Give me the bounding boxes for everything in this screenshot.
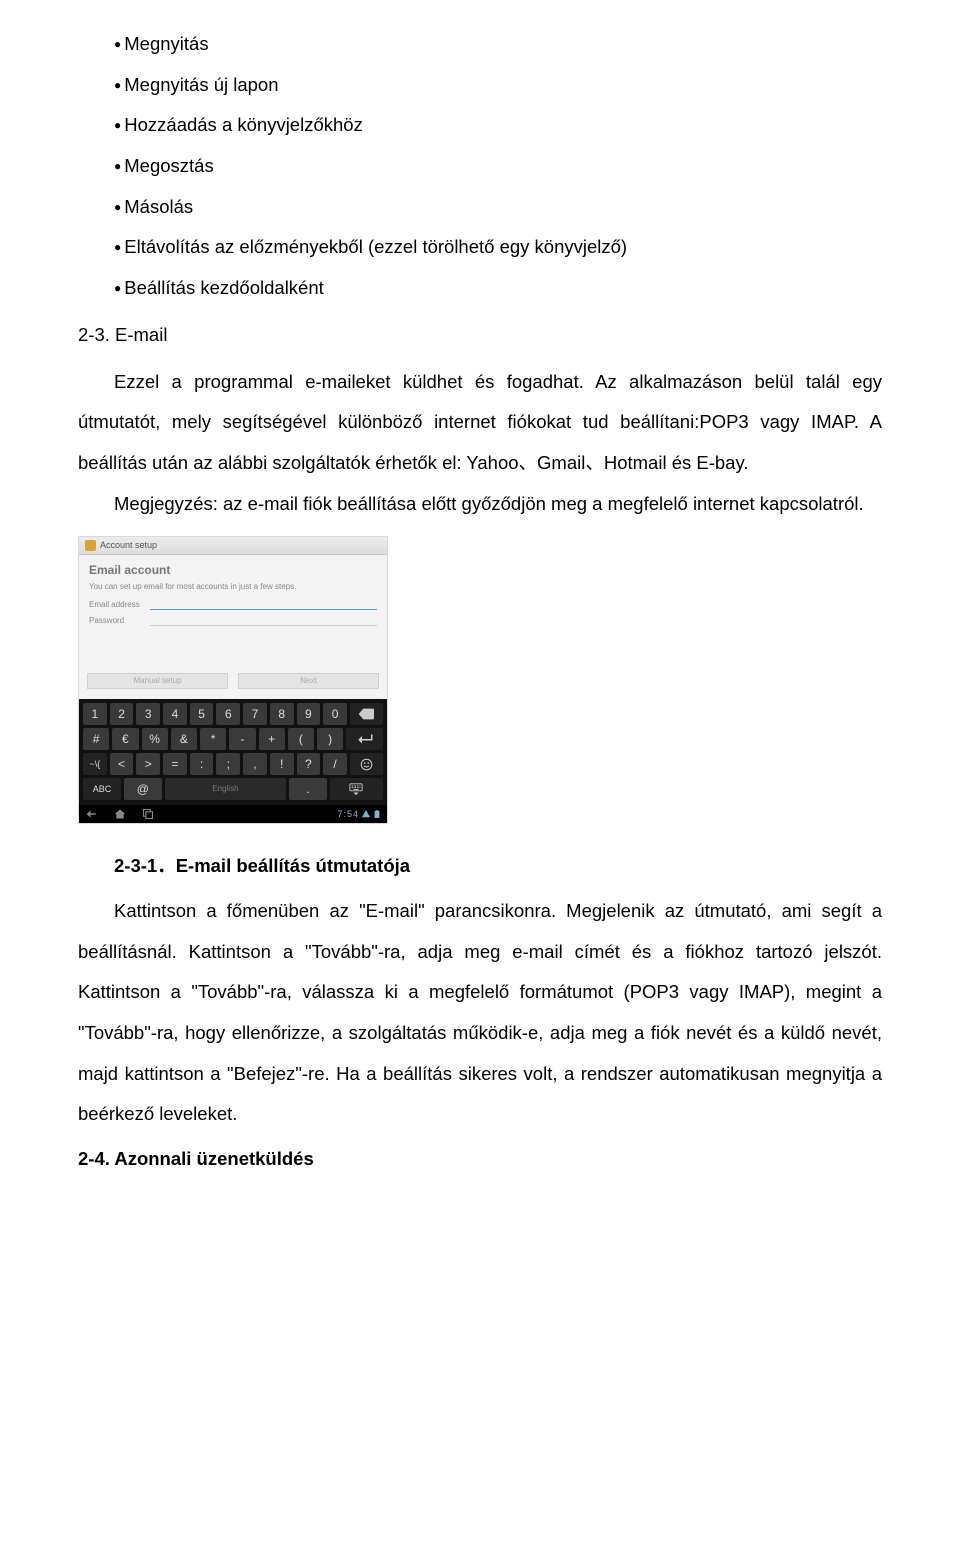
hide-keyboard-key — [330, 778, 383, 800]
key: & — [171, 728, 197, 750]
key: # — [83, 728, 109, 750]
key: < — [110, 753, 134, 775]
scr-password-input — [150, 615, 377, 626]
scr-button-row: Manual setup Next — [79, 637, 387, 699]
bullet-text: Eltávolítás az előzményekből (ezzel törö… — [124, 236, 627, 257]
section-2-3-paragraph-1: Ezzel a programmal e-maileket küldhet és… — [78, 362, 882, 484]
home-icon — [113, 808, 127, 820]
key: + — [259, 728, 285, 750]
kbd-row-3: ~\{ < > = : ; , ! ? / — [83, 753, 383, 775]
key: ? — [297, 753, 321, 775]
section-2-3-paragraph-2: Megjegyzés: az e-mail fiók beállítása el… — [78, 484, 882, 525]
section-2-3-heading: 2-3. E-mail — [78, 315, 882, 356]
scr-email-label: Email address — [89, 600, 144, 610]
kbd-row-1: 1 2 3 4 5 6 7 8 9 0 — [83, 703, 383, 725]
status-time: 7:54 — [337, 809, 381, 820]
scr-next-button: Next — [238, 673, 379, 689]
key: 1 — [83, 703, 107, 725]
key: 5 — [190, 703, 214, 725]
key: : — [190, 753, 214, 775]
space-key: English — [165, 778, 286, 800]
scr-title: Email account — [89, 563, 377, 577]
key: , — [243, 753, 267, 775]
scr-window-title: Account setup — [100, 540, 157, 551]
recents-icon — [141, 808, 155, 820]
key: ) — [317, 728, 343, 750]
list-item: Eltávolítás az előzményekből (ezzel törö… — [114, 227, 882, 268]
key: % — [142, 728, 168, 750]
scr-password-label: Password — [89, 616, 144, 626]
bookmark-context-menu-list: Megnyitás Megnyitás új lapon Hozzáadás a… — [114, 24, 882, 309]
email-account-setup-screenshot: Account setup Email account You can set … — [78, 536, 388, 824]
key: ; — [216, 753, 240, 775]
scr-keyboard: 1 2 3 4 5 6 7 8 9 0 # € % & * - + ( ) — [79, 699, 387, 805]
kbd-row-4: ABC @ English . — [83, 778, 383, 800]
section-2-3-1-heading: 2-3-1．E-mail beállítás útmutatója — [114, 846, 882, 887]
scr-body: Email account You can set up email for m… — [79, 555, 387, 637]
key: 2 — [110, 703, 134, 725]
battery-icon — [373, 810, 381, 818]
time-text: 7:54 — [337, 809, 359, 820]
bullet-text: Beállítás kezdőoldalként — [124, 277, 324, 298]
enter-key — [346, 728, 383, 750]
key: - — [229, 728, 255, 750]
key: = — [163, 753, 187, 775]
key: > — [136, 753, 160, 775]
key: € — [112, 728, 138, 750]
smile-key — [350, 753, 383, 775]
key: ~\{ — [83, 753, 107, 775]
scr-email-input — [150, 599, 377, 610]
key: 6 — [216, 703, 240, 725]
scr-password-field-row: Password — [89, 615, 377, 626]
bullet-text: Megnyitás — [124, 33, 208, 54]
key: / — [323, 753, 347, 775]
key: 0 — [323, 703, 347, 725]
key: ! — [270, 753, 294, 775]
bullet-text: Megosztás — [124, 155, 213, 176]
list-item: Megnyitás — [114, 24, 882, 65]
backspace-key — [350, 703, 383, 725]
scr-email-field-row: Email address — [89, 599, 377, 610]
key: 7 — [243, 703, 267, 725]
key: * — [200, 728, 226, 750]
scr-manual-setup-button: Manual setup — [87, 673, 228, 689]
list-item: Hozzáadás a könyvjelzőkhöz — [114, 105, 882, 146]
section-2-4-heading: 2-4. Azonnali üzenetküldés — [78, 1139, 882, 1180]
key: ( — [288, 728, 314, 750]
section-2-3-1-paragraph: Kattintson a főmenüben az "E-mail" paran… — [78, 891, 882, 1135]
wifi-icon — [362, 810, 370, 818]
kbd-row-2: # € % & * - + ( ) — [83, 728, 383, 750]
key: 4 — [163, 703, 187, 725]
envelope-icon — [85, 540, 96, 551]
at-key: @ — [124, 778, 162, 800]
list-item: Másolás — [114, 187, 882, 228]
abc-key: ABC — [83, 778, 121, 800]
bullet-text: Másolás — [124, 196, 193, 217]
key: 8 — [270, 703, 294, 725]
back-icon — [85, 808, 99, 820]
dot-key: . — [289, 778, 327, 800]
bullet-text: Megnyitás új lapon — [124, 74, 278, 95]
list-item: Beállítás kezdőoldalként — [114, 268, 882, 309]
scr-window-header: Account setup — [79, 537, 387, 555]
scr-subtitle: You can set up email for most accounts i… — [89, 582, 377, 592]
list-item: Megnyitás új lapon — [114, 65, 882, 106]
key: 3 — [136, 703, 160, 725]
list-item: Megosztás — [114, 146, 882, 187]
bullet-text: Hozzáadás a könyvjelzőkhöz — [124, 114, 363, 135]
key: 9 — [297, 703, 321, 725]
scr-navbar: 7:54 — [79, 805, 387, 823]
